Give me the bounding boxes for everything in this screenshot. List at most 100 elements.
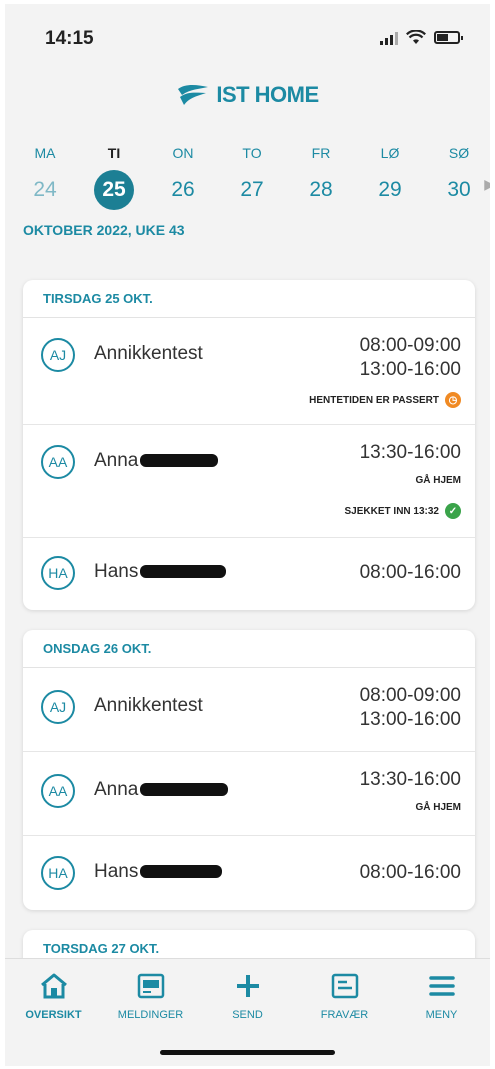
day-name: TO bbox=[242, 145, 262, 161]
avatar: AA bbox=[41, 445, 75, 479]
calendar-day-thu[interactable]: TO 27 bbox=[230, 142, 274, 210]
calendar-day-tue[interactable]: TI 25 bbox=[92, 142, 136, 210]
tab-meldinger[interactable]: MELDINGER bbox=[106, 969, 196, 1021]
child-row[interactable]: AA Anna 13:30-16:00 GÅ HJEM bbox=[23, 752, 475, 836]
tab-label: MENY bbox=[425, 1009, 458, 1021]
wifi-icon bbox=[406, 30, 426, 44]
day-number: 24 bbox=[33, 178, 57, 201]
child-row[interactable]: HA Hans 08:00-16:00 bbox=[23, 836, 475, 910]
app-logo: IST HOME bbox=[5, 82, 490, 108]
go-home-note: GÅ HJEM bbox=[415, 475, 461, 486]
avatar: AA bbox=[41, 774, 75, 808]
time-slot: 13:30-16:00 bbox=[359, 442, 461, 463]
tab-label: SEND bbox=[232, 1009, 263, 1021]
child-name: Anna bbox=[94, 779, 229, 801]
avatar: HA bbox=[41, 556, 75, 590]
child-row[interactable]: AA Anna 13:30-16:00 GÅ HJEM SJEKKET INN … bbox=[23, 425, 475, 538]
pickup-times: 08:00-09:00 13:00-16:00 bbox=[360, 334, 461, 382]
home-icon bbox=[40, 973, 67, 999]
child-row[interactable]: AJ Annikkentest 08:00-09:00 13:00-16:00 … bbox=[23, 318, 475, 425]
messages-icon bbox=[137, 973, 164, 999]
day-card-title: TIRSDAG 25 OKT. bbox=[23, 280, 475, 318]
day-name: LØ bbox=[380, 145, 400, 161]
child-name: Annikkentest bbox=[94, 343, 203, 364]
redaction-bar bbox=[140, 565, 227, 579]
child-first-name: Anna bbox=[94, 779, 139, 800]
redaction-bar bbox=[140, 783, 229, 797]
child-name: Annikkentest bbox=[94, 695, 203, 716]
day-card-title: ONSDAG 26 OKT. bbox=[23, 630, 475, 668]
day-number: 29 bbox=[378, 178, 402, 201]
signal-icon bbox=[380, 31, 398, 45]
home-indicator[interactable] bbox=[160, 1050, 335, 1055]
calendar-day-fri[interactable]: FR 28 bbox=[299, 142, 343, 210]
tab-label: FRAVÆR bbox=[320, 1009, 369, 1021]
status-icons bbox=[380, 30, 463, 45]
day-card-tuesday: TIRSDAG 25 OKT. AJ Annikkentest 08:00-09… bbox=[23, 280, 475, 610]
pickup-times: 08:00-09:00 13:00-16:00 bbox=[360, 684, 461, 732]
checkmark-icon: ✓ bbox=[445, 503, 461, 519]
day-number: 25 bbox=[94, 170, 134, 210]
status-text: HENTETIDEN ER PASSERT bbox=[309, 394, 439, 406]
pickup-times: 08:00-16:00 bbox=[360, 861, 461, 885]
pickup-times: 13:30-16:00 bbox=[360, 768, 461, 792]
battery-icon bbox=[434, 31, 463, 44]
logo-text: IST HOME bbox=[216, 82, 319, 107]
redaction-bar bbox=[140, 865, 223, 879]
tab-label: OVERSIKT bbox=[25, 1009, 82, 1021]
status-time: 14:15 bbox=[45, 28, 94, 49]
tab-label: MELDINGER bbox=[117, 1009, 184, 1021]
go-home-note: GÅ HJEM bbox=[415, 802, 461, 813]
day-name: SØ bbox=[448, 145, 470, 161]
status-bar: 14:15 bbox=[5, 4, 490, 74]
child-name: Hans bbox=[94, 561, 227, 583]
day-name: MA bbox=[34, 145, 56, 161]
avatar: AJ bbox=[41, 338, 75, 372]
pickup-times: 13:30-16:00 bbox=[360, 441, 461, 465]
time-slot: 08:00-16:00 bbox=[359, 562, 461, 583]
clock-warning-icon: ◷ bbox=[445, 392, 461, 408]
week-calendar: MA 24 TI 25 ON 26 TO 27 FR 28 LØ 29 SØ 3… bbox=[23, 142, 490, 210]
tab-fravaer[interactable]: FRAVÆR bbox=[300, 969, 390, 1021]
avatar: AJ bbox=[41, 690, 75, 724]
child-first-name: Hans bbox=[94, 561, 139, 582]
child-first-name: Anna bbox=[94, 450, 139, 471]
time-slot: 13:00-16:00 bbox=[359, 709, 461, 730]
day-name: FR bbox=[311, 145, 331, 161]
status-note: SJEKKET INN 13:32 ✓ bbox=[345, 503, 461, 519]
day-number: 30 bbox=[447, 178, 471, 201]
calendar-day-sat[interactable]: LØ 29 bbox=[368, 142, 412, 210]
plus-icon bbox=[236, 975, 259, 997]
time-slot: 08:00-09:00 bbox=[359, 335, 461, 356]
tab-send[interactable]: SEND bbox=[203, 969, 293, 1021]
month-week-label: OKTOBER 2022, UKE 43 bbox=[23, 222, 185, 238]
day-number: 27 bbox=[240, 178, 264, 201]
avatar: HA bbox=[41, 856, 75, 890]
next-week-chevron-icon[interactable]: ▶ bbox=[484, 176, 490, 193]
child-first-name: Hans bbox=[94, 861, 139, 882]
redaction-bar bbox=[140, 454, 219, 468]
day-card-wednesday: ONSDAG 26 OKT. AJ Annikkentest 08:00-09:… bbox=[23, 630, 475, 910]
menu-icon bbox=[428, 976, 455, 996]
time-slot: 13:30-16:00 bbox=[359, 769, 461, 790]
time-slot: 08:00-16:00 bbox=[359, 862, 461, 883]
time-slot: 08:00-09:00 bbox=[359, 685, 461, 706]
tab-oversikt[interactable]: OVERSIKT bbox=[9, 969, 99, 1021]
calendar-day-wed[interactable]: ON 26 bbox=[161, 142, 205, 210]
status-note: HENTETIDEN ER PASSERT ◷ bbox=[309, 392, 461, 408]
day-name: TI bbox=[107, 145, 121, 161]
child-name: Hans bbox=[94, 861, 223, 883]
child-row[interactable]: HA Hans 08:00-16:00 bbox=[23, 538, 475, 610]
calendar-day-sun[interactable]: SØ 30 bbox=[437, 142, 481, 210]
logo-mark-icon bbox=[178, 85, 209, 105]
day-number: 28 bbox=[309, 178, 333, 201]
tab-meny[interactable]: MENY bbox=[397, 969, 487, 1021]
calendar-day-mon[interactable]: MA 24 bbox=[23, 142, 67, 210]
day-name: ON bbox=[172, 145, 194, 161]
child-name: Anna bbox=[94, 450, 219, 472]
status-text: SJEKKET INN 13:32 bbox=[344, 505, 439, 517]
time-slot: 13:00-16:00 bbox=[359, 359, 461, 380]
pickup-times: 08:00-16:00 bbox=[360, 561, 461, 585]
day-number: 26 bbox=[171, 178, 195, 201]
child-row[interactable]: AJ Annikkentest 08:00-09:00 13:00-16:00 bbox=[23, 668, 475, 752]
